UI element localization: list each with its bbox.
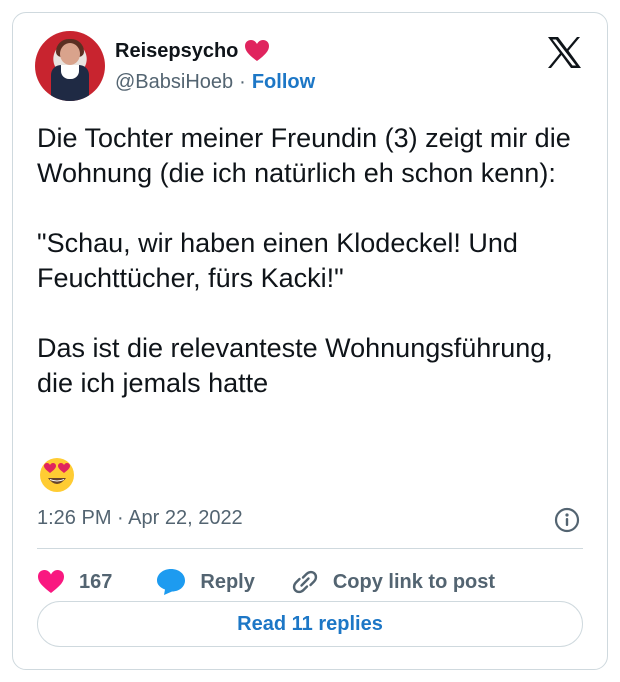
follow-button[interactable]: Follow [252, 71, 315, 94]
reply-button[interactable]: Reply [156, 568, 255, 596]
tweet-text: Die Tochter meiner Freundin (3) zeigt mi… [37, 123, 571, 398]
heart-icon [38, 570, 64, 593]
author-name-row[interactable]: Reisepsycho [115, 39, 270, 63]
copy-link-button[interactable]: Copy link to post [291, 568, 495, 596]
avatar[interactable] [35, 31, 105, 101]
handle-row: @BabsiHoeb · Follow [115, 71, 315, 94]
reply-bubble-icon [157, 569, 186, 595]
like-button[interactable]: 167 [37, 569, 112, 595]
reply-label: Reply [200, 570, 255, 593]
author-name[interactable]: Reisepsycho [115, 40, 238, 63]
copy-link-label: Copy link to post [332, 570, 496, 593]
link-icon [292, 570, 317, 594]
tweet-card: Reisepsycho @BabsiHoeb · Follow Die Toch… [12, 12, 608, 670]
author-handle[interactable]: @BabsiHoeb [115, 71, 233, 94]
heart-eyes-emoji-icon [39, 457, 75, 498]
divider [37, 548, 583, 549]
separator-dot: · [239, 71, 246, 93]
x-logo-icon[interactable] [547, 37, 581, 73]
info-icon[interactable] [554, 507, 580, 538]
like-count: 167 [79, 570, 113, 593]
action-bar: 167 Reply Copy link to post [37, 567, 495, 597]
read-replies-button[interactable]: Read 11 replies [37, 601, 583, 647]
timestamp[interactable]: 1:26 PM · Apr 22, 2022 [37, 507, 243, 530]
heart-emoji-icon [244, 39, 270, 63]
